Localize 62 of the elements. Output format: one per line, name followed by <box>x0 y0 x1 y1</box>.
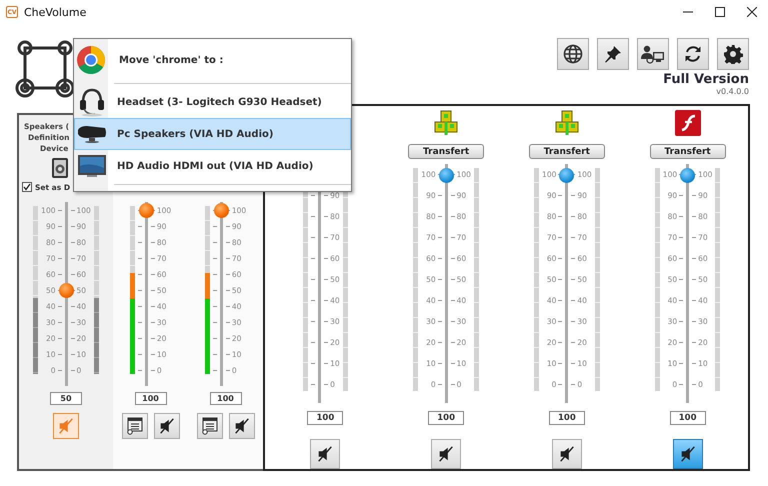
toolbar-button[interactable] <box>717 38 749 70</box>
robot-icon <box>554 110 579 136</box>
slider-thumb[interactable] <box>138 203 154 218</box>
speaker-icon <box>52 158 68 178</box>
version-label: v0.4.0.0 <box>716 87 749 97</box>
mute-icon <box>316 445 334 463</box>
logo-drawing <box>15 38 75 98</box>
volume-value[interactable]: 100 <box>134 392 166 405</box>
mute-button[interactable] <box>310 439 340 469</box>
flash-player-icon <box>674 110 701 136</box>
slider-thumb[interactable] <box>559 168 574 182</box>
refresh-icon <box>683 44 703 64</box>
volume-value[interactable]: 100 <box>428 411 464 425</box>
properties-button[interactable] <box>196 413 222 439</box>
toolbar-button[interactable] <box>637 38 669 70</box>
properties-button[interactable] <box>122 413 148 439</box>
mute-button[interactable] <box>154 413 180 439</box>
mute-button[interactable] <box>672 439 703 469</box>
menu-title: Move 'chrome' to : <box>119 54 224 66</box>
checkbox[interactable] <box>22 182 32 192</box>
pin-icon <box>603 44 623 64</box>
mute-icon <box>437 445 456 463</box>
transfer-button[interactable]: Transfert <box>650 144 726 159</box>
slider-thumb[interactable] <box>58 283 74 298</box>
mute-icon <box>158 417 176 435</box>
robot-icon <box>434 110 458 136</box>
toolbar-button[interactable] <box>557 38 589 70</box>
users-computer-icon <box>641 44 665 64</box>
slider-thumb[interactable] <box>680 168 696 182</box>
menu-item[interactable]: Pc Speakers (VIA HD Audio) <box>74 118 351 150</box>
mute-icon <box>678 445 697 463</box>
toolbar-button[interactable] <box>677 38 709 70</box>
speaker-bar-icon <box>77 125 107 143</box>
close-icon <box>747 7 757 17</box>
mute-button[interactable] <box>228 413 254 439</box>
monitor-icon <box>78 154 106 178</box>
maximize-icon <box>715 7 725 17</box>
globe-icon <box>563 44 583 64</box>
settings-icon <box>723 44 743 64</box>
toolbar-button[interactable] <box>597 38 629 70</box>
volume-value[interactable]: 100 <box>210 392 242 405</box>
edition-label: Full Version <box>663 73 749 87</box>
chrome-icon <box>76 45 106 75</box>
mute-button[interactable] <box>431 439 462 469</box>
list-window-icon <box>126 417 144 435</box>
mute-button[interactable] <box>552 439 582 469</box>
window-title: CheVolume <box>24 6 86 18</box>
headset-icon <box>79 87 105 117</box>
volume-value[interactable]: 100 <box>307 411 344 425</box>
transfer-button[interactable]: Transfert <box>408 144 484 159</box>
volume-value[interactable]: 100 <box>670 411 706 425</box>
volume-value[interactable]: 100 <box>548 411 585 425</box>
slider-thumb[interactable] <box>214 203 229 218</box>
list-window-icon <box>200 417 218 435</box>
mute-icon <box>57 417 75 435</box>
transfer-button[interactable]: Transfert <box>528 144 605 159</box>
mute-icon <box>232 417 250 435</box>
menu-item[interactable]: HD Audio HDMI out (VIA HD Audio) <box>74 150 351 182</box>
mute-icon <box>558 445 576 463</box>
menu-item[interactable]: Headset (3- Logitech G930 Headset) <box>74 86 351 118</box>
slider-thumb[interactable] <box>438 168 454 182</box>
volume-value[interactable]: 50 <box>50 392 82 405</box>
